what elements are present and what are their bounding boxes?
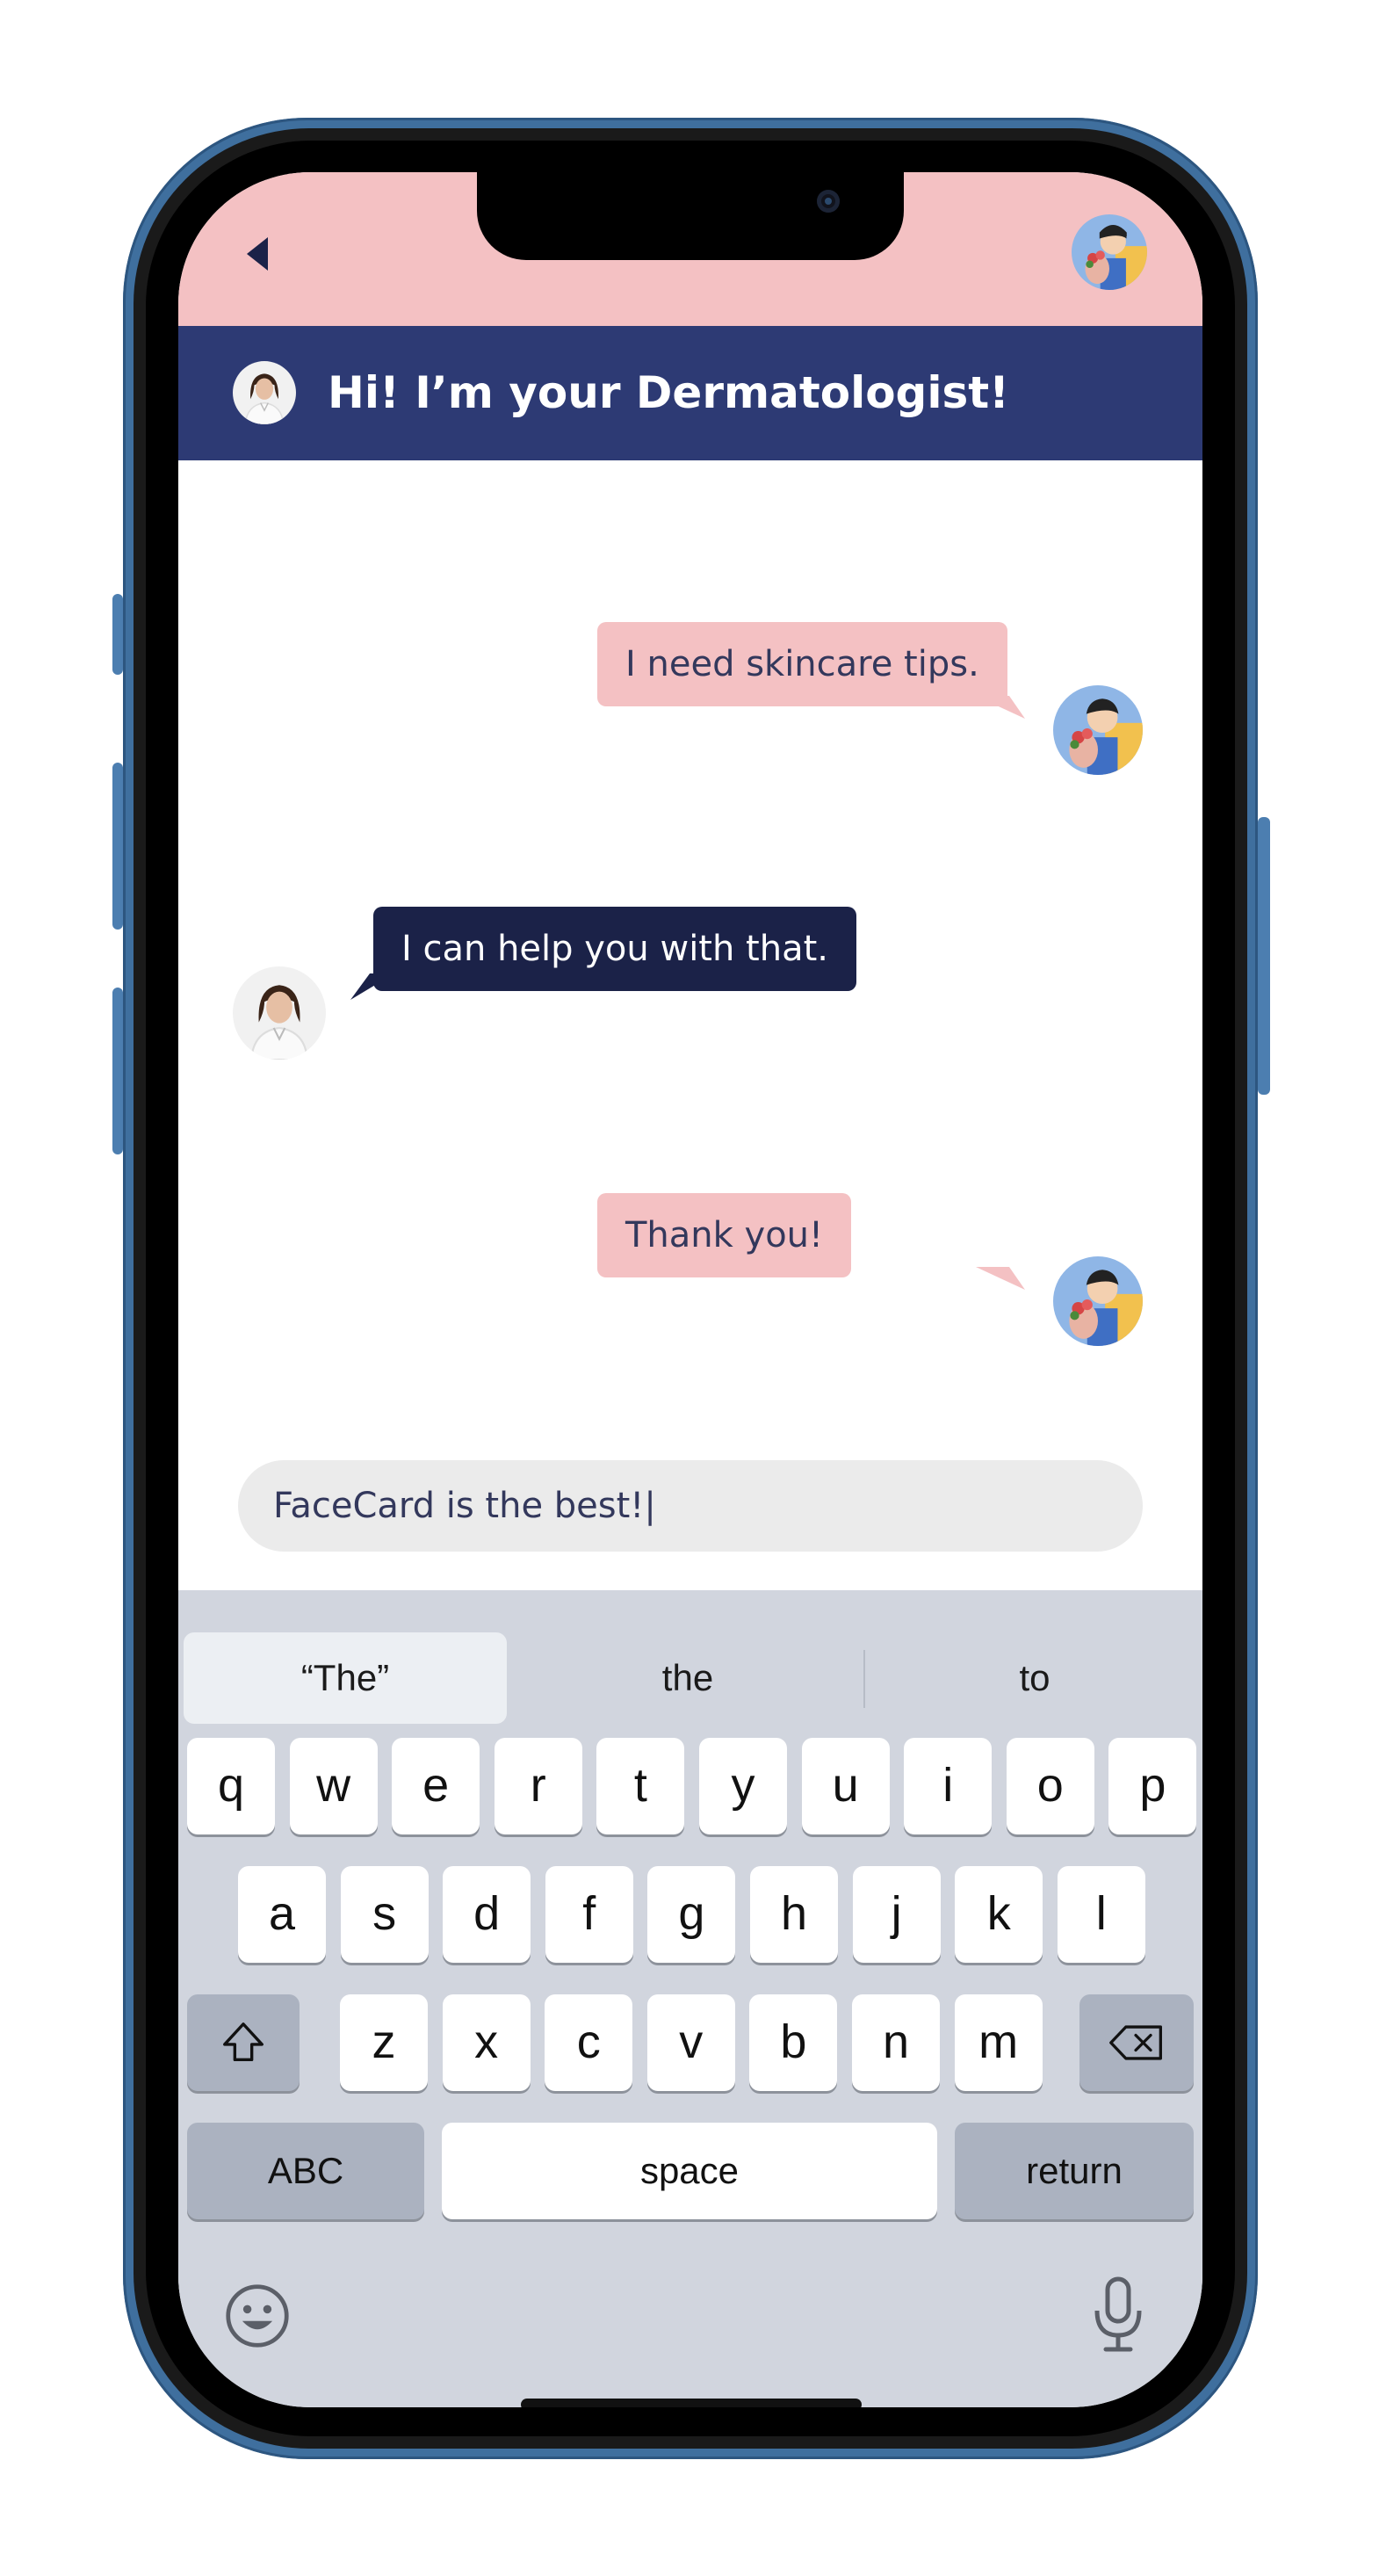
suggestion-1[interactable]: “The” [184, 1632, 507, 1724]
key-r[interactable]: r [494, 1738, 582, 1834]
key-label: m [978, 2015, 1019, 2068]
key-d[interactable]: d [443, 1866, 531, 1963]
key-s[interactable]: s [340, 1866, 429, 1963]
message-input[interactable]: FaceCard is the best!| [238, 1460, 1143, 1552]
suggestion-3[interactable]: to [872, 1632, 1197, 1724]
key-z[interactable]: z [340, 1994, 428, 2091]
key-u[interactable]: u [801, 1738, 890, 1834]
front-camera [817, 190, 840, 213]
user-avatar-icon [1053, 1256, 1143, 1346]
volume-up-button [112, 763, 123, 930]
chat-header: Hi! I’m your Dermatologist! [178, 326, 1202, 460]
key-v[interactable]: v [646, 1994, 735, 2091]
key-label: n [882, 2015, 910, 2068]
key-label: g [678, 1887, 705, 1940]
key-k[interactable]: k [955, 1866, 1043, 1963]
key-label: r [530, 1759, 546, 1812]
key-label: x [474, 2015, 499, 2068]
key-label: a [268, 1887, 296, 1940]
return-key-label: return [1026, 2150, 1123, 2191]
user-message-bubble: I need skincare tips. [597, 622, 1007, 706]
space-key[interactable]: space [442, 2123, 937, 2219]
key-w[interactable]: w [289, 1738, 378, 1834]
key-b[interactable]: b [749, 1994, 838, 2091]
return-key[interactable]: return [955, 2123, 1194, 2219]
volume-down-button [112, 988, 123, 1154]
doctor-avatar-icon [233, 361, 296, 424]
key-label: u [832, 1759, 859, 1812]
user-avatar-icon[interactable] [1072, 214, 1147, 290]
key-c[interactable]: c [545, 1994, 633, 2091]
space-key-label: space [639, 2150, 740, 2191]
user-message-bubble: Thank you! [597, 1193, 852, 1277]
suggestion-divider [863, 1650, 865, 1708]
power-button [1258, 817, 1270, 1095]
key-label: b [780, 2015, 807, 2068]
emoji-icon[interactable] [224, 2283, 291, 2349]
key-label: h [780, 1887, 808, 1940]
key-p[interactable]: p [1108, 1738, 1197, 1834]
bubble-tail [976, 696, 1025, 719]
key-i[interactable]: i [904, 1738, 993, 1834]
top-bar [178, 172, 1202, 326]
key-label: v [679, 2015, 704, 2068]
key-label: t [633, 1759, 647, 1812]
key-label: y [731, 1759, 755, 1812]
camera-notch [477, 172, 904, 260]
key-label: w [316, 1759, 351, 1812]
key-t[interactable]: t [596, 1738, 685, 1834]
key-label: i [942, 1759, 954, 1812]
user-avatar-icon [1053, 685, 1143, 775]
key-x[interactable]: x [442, 1994, 531, 2091]
key-n[interactable]: n [852, 1994, 940, 2091]
key-a[interactable]: a [238, 1866, 326, 1963]
key-label: o [1036, 1759, 1064, 1812]
key-q[interactable]: q [187, 1738, 275, 1834]
bot-message-bubble: I can help you with that. [373, 907, 856, 991]
key-label: q [217, 1759, 245, 1812]
key-label: f [582, 1887, 596, 1940]
shift-key[interactable] [187, 1994, 300, 2091]
key-label: e [422, 1759, 450, 1812]
key-o[interactable]: o [1006, 1738, 1094, 1834]
key-h[interactable]: h [750, 1866, 838, 1963]
page-title: Hi! I’m your Dermatologist! [328, 367, 1009, 418]
key-label: d [473, 1887, 501, 1940]
key-label: p [1139, 1759, 1166, 1812]
keyboard: “The” the to q w e r t y u i o p a s d f g h j k l z x c v b n… [178, 1590, 1202, 2407]
key-label: k [986, 1887, 1011, 1940]
abc-key[interactable]: ABC [187, 2123, 424, 2219]
key-g[interactable]: g [647, 1866, 736, 1963]
app-screen: Hi! I’m your Dermatologist! I need skinc… [178, 172, 1202, 2407]
key-m[interactable]: m [954, 1994, 1043, 2091]
microphone-icon[interactable] [1092, 2276, 1144, 2355]
key-label: c [576, 2015, 601, 2068]
mute-switch [112, 594, 123, 675]
key-label: l [1095, 1887, 1107, 1940]
abc-key-label: ABC [267, 2150, 344, 2191]
key-l[interactable]: l [1057, 1866, 1145, 1963]
bubble-tail [976, 1267, 1025, 1290]
delete-icon [1109, 2025, 1162, 2060]
message-input-value: FaceCard is the best!| [273, 1486, 656, 1526]
key-f[interactable]: f [545, 1866, 633, 1963]
back-arrow-icon[interactable] [240, 232, 275, 276]
delete-key[interactable] [1079, 1994, 1194, 2091]
key-label: s [372, 1887, 397, 1940]
doctor-avatar-icon [233, 966, 326, 1060]
suggestion-2[interactable]: the [521, 1632, 855, 1724]
home-indicator [521, 2399, 862, 2407]
key-y[interactable]: y [699, 1738, 787, 1834]
key-label: z [372, 2015, 396, 2068]
key-e[interactable]: e [392, 1738, 480, 1834]
shift-icon [223, 2022, 264, 2062]
key-j[interactable]: j [852, 1866, 941, 1963]
key-label: j [891, 1887, 902, 1940]
